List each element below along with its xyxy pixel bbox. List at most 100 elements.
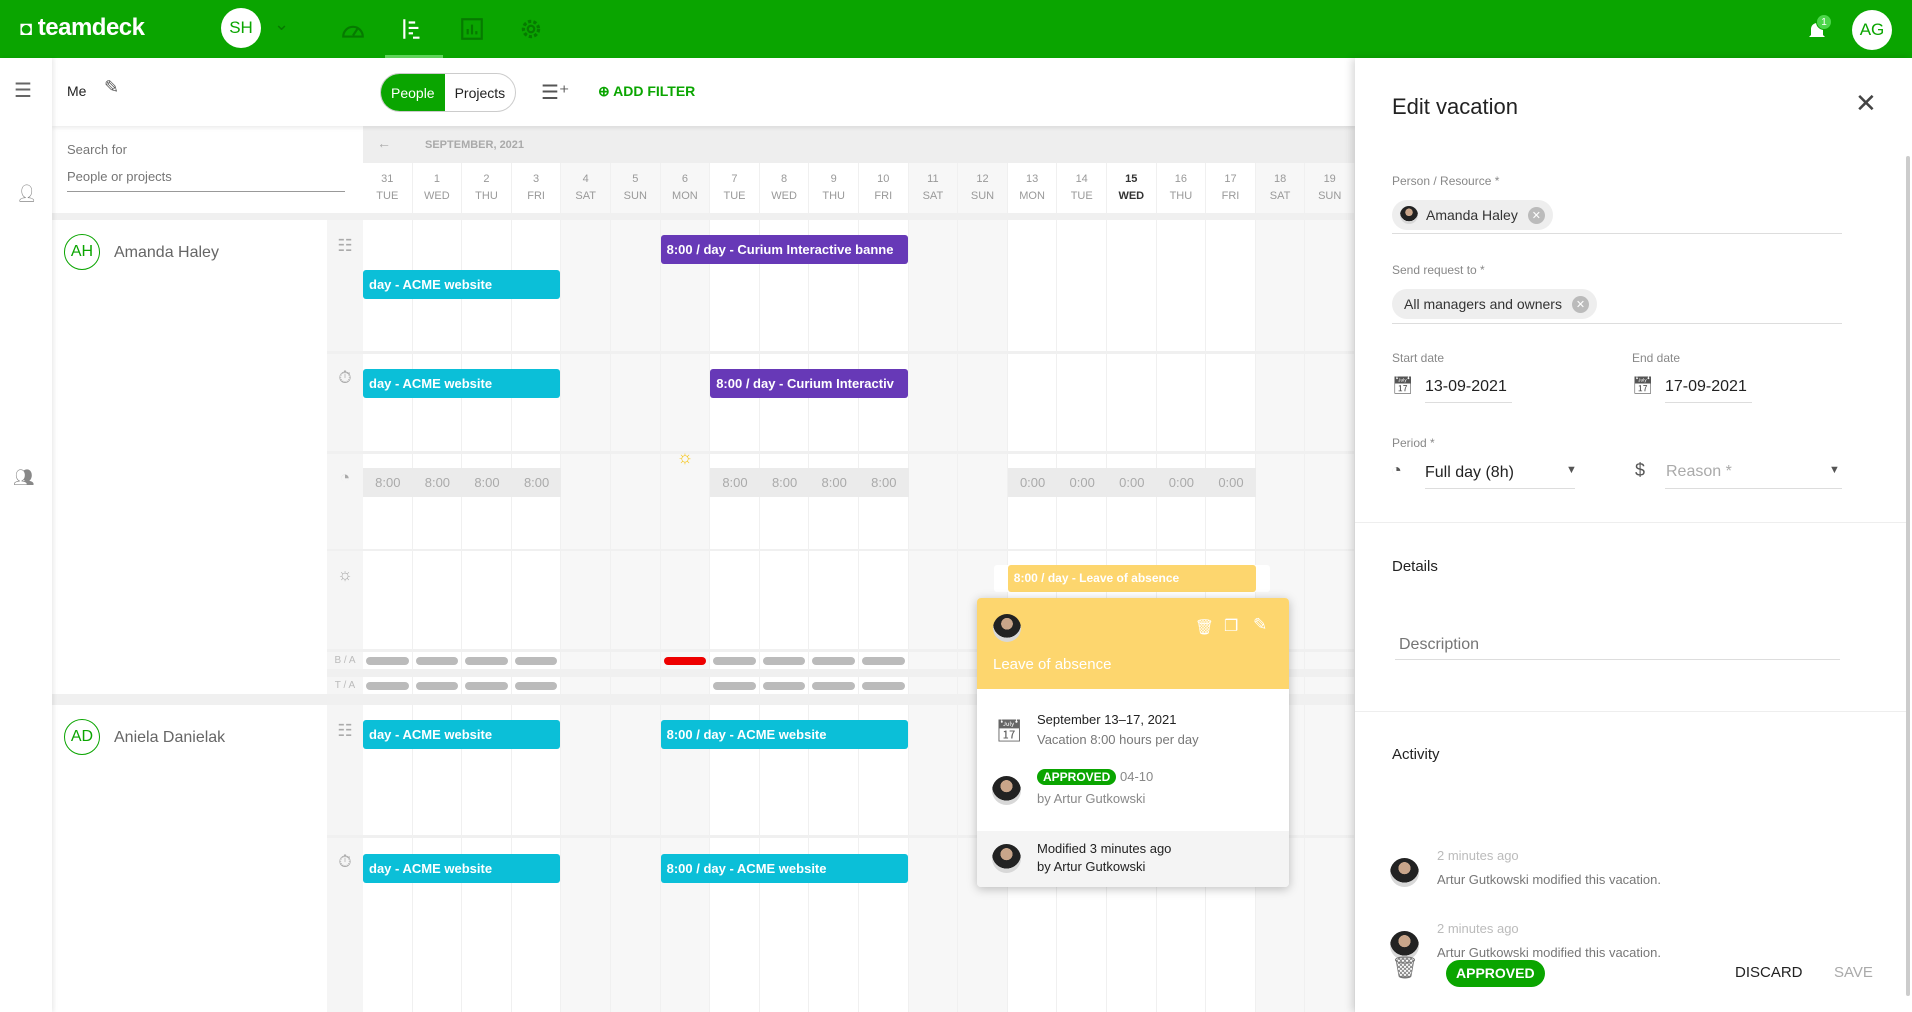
dashboard-icon[interactable] (340, 16, 366, 42)
person-name[interactable]: Amanda Haley (114, 244, 219, 262)
day-cell[interactable] (908, 677, 958, 694)
reports-icon[interactable] (459, 16, 485, 42)
day-cell[interactable] (611, 551, 660, 649)
day-cell[interactable] (660, 354, 710, 451)
day-cell[interactable] (611, 677, 660, 694)
day-cell[interactable] (1107, 220, 1156, 351)
day-cell[interactable] (561, 705, 610, 835)
day-cell[interactable] (1255, 454, 1305, 549)
day-cell[interactable] (611, 220, 660, 351)
chevron-down-icon[interactable]: ⌄ (274, 14, 289, 35)
person-icon[interactable]: 👤︎ (16, 184, 38, 204)
day-cell[interactable] (1107, 354, 1156, 451)
day-cell[interactable] (611, 354, 660, 451)
day-cell[interactable] (660, 551, 710, 649)
day-cell[interactable] (611, 454, 660, 549)
project-bar[interactable]: day - ACME website (363, 720, 561, 749)
dropdown-arrow-icon[interactable]: ▼ (1829, 464, 1840, 476)
project-bar[interactable]: 8:00 / day - Curium Interactive banne (660, 235, 908, 264)
remove-chip-icon[interactable]: ✕ (1571, 295, 1589, 313)
trash-icon[interactable]: 🗑︎ (1391, 955, 1419, 981)
calendar-icon[interactable]: 📅︎ (1392, 376, 1414, 396)
day-cell[interactable] (1156, 220, 1206, 351)
timer-bar[interactable]: day - ACME website (363, 369, 561, 398)
day-cell[interactable] (1057, 220, 1106, 351)
day-cell[interactable] (908, 220, 958, 351)
day-cell[interactable] (710, 551, 759, 649)
day-cell[interactable] (908, 705, 958, 835)
day-cell[interactable] (660, 454, 710, 549)
start-date-input[interactable]: 13-09-2021 (1425, 378, 1507, 396)
day-cell[interactable] (1206, 354, 1255, 451)
status-badge[interactable]: APPROVED (1446, 960, 1545, 987)
project-bar[interactable]: 8:00 / day - ACME website (660, 720, 908, 749)
day-cell[interactable] (1206, 220, 1255, 351)
day-cell[interactable] (611, 705, 660, 835)
scrollbar[interactable] (1906, 156, 1910, 996)
day-cell[interactable] (1057, 354, 1106, 451)
teamdeck-logo[interactable]: ◘ teamdeck (20, 14, 145, 42)
user-avatar[interactable]: AG (1852, 10, 1892, 50)
dropdown-arrow-icon[interactable]: ▼ (1566, 464, 1577, 476)
day-cell[interactable] (958, 354, 1007, 451)
day-cell[interactable] (561, 652, 610, 669)
delete-icon[interactable]: 🗑︎ (1195, 618, 1214, 636)
day-cell[interactable] (1007, 354, 1057, 451)
duplicate-icon[interactable]: ❐ (1224, 616, 1238, 636)
timer-bar[interactable]: day - ACME website (363, 854, 561, 883)
hamburger-menu-icon[interactable]: ☰ (14, 78, 32, 103)
day-cell[interactable] (958, 220, 1007, 351)
person-initials-avatar[interactable]: AD (64, 719, 100, 755)
day-cell[interactable] (561, 838, 610, 1012)
day-cell[interactable] (908, 354, 958, 451)
day-cell[interactable] (1305, 220, 1354, 351)
edit-icon[interactable]: ✎ (1253, 615, 1267, 635)
day-cell[interactable] (1305, 705, 1354, 835)
day-cell[interactable] (1255, 354, 1305, 451)
toggle-people[interactable]: People (381, 74, 445, 111)
day-cell[interactable] (561, 677, 610, 694)
toggle-projects[interactable]: Projects (445, 74, 516, 111)
project-bar[interactable]: day - ACME website (363, 270, 561, 299)
day-cell[interactable] (809, 551, 858, 649)
vacation-bar[interactable]: 8:00 / day - Leave of absence (1007, 565, 1256, 592)
day-cell[interactable] (908, 838, 958, 1012)
remove-chip-icon[interactable]: ✕ (1527, 206, 1545, 224)
day-cell[interactable] (1305, 551, 1354, 649)
close-icon[interactable]: ✕ (1855, 88, 1877, 119)
description-input[interactable] (1395, 630, 1840, 660)
planner-icon[interactable] (400, 16, 426, 42)
end-date-input[interactable]: 17-09-2021 (1665, 378, 1747, 396)
reason-select[interactable]: Reason * (1666, 463, 1732, 481)
day-cell[interactable] (561, 551, 610, 649)
person-initials-avatar[interactable]: AH (64, 234, 100, 270)
add-filter-button[interactable]: ⊕ ADD FILTER (598, 83, 695, 100)
day-cell[interactable] (561, 454, 610, 549)
edit-pencil-icon[interactable]: ✎ (104, 77, 119, 98)
day-cell[interactable] (908, 454, 958, 549)
day-cell[interactable] (462, 551, 511, 649)
timer-bar[interactable]: 8:00 / day - Curium Interactiv (710, 369, 908, 398)
day-cell[interactable] (908, 652, 958, 669)
settings-icon[interactable] (518, 16, 544, 42)
day-cell[interactable] (1305, 838, 1354, 1012)
day-cell[interactable] (1156, 354, 1206, 451)
day-cell[interactable] (412, 551, 462, 649)
day-cell[interactable] (1255, 220, 1305, 351)
day-cell[interactable] (759, 551, 809, 649)
timer-bar[interactable]: 8:00 / day - ACME website (660, 854, 908, 883)
day-cell[interactable] (1305, 454, 1354, 549)
discard-button[interactable]: DISCARD (1735, 964, 1803, 981)
day-cell[interactable] (1007, 220, 1057, 351)
search-input[interactable] (67, 162, 345, 192)
day-cell[interactable] (908, 551, 958, 649)
day-cell[interactable] (611, 838, 660, 1012)
workspace-avatar[interactable]: SH (221, 8, 261, 48)
day-cell[interactable] (561, 220, 610, 351)
day-cell[interactable] (611, 652, 660, 669)
person-name[interactable]: Aniela Danielak (114, 729, 225, 747)
day-cell[interactable] (561, 354, 610, 451)
day-cell[interactable] (859, 551, 908, 649)
save-button[interactable]: SAVE (1834, 964, 1873, 981)
day-cell[interactable] (1305, 677, 1354, 694)
